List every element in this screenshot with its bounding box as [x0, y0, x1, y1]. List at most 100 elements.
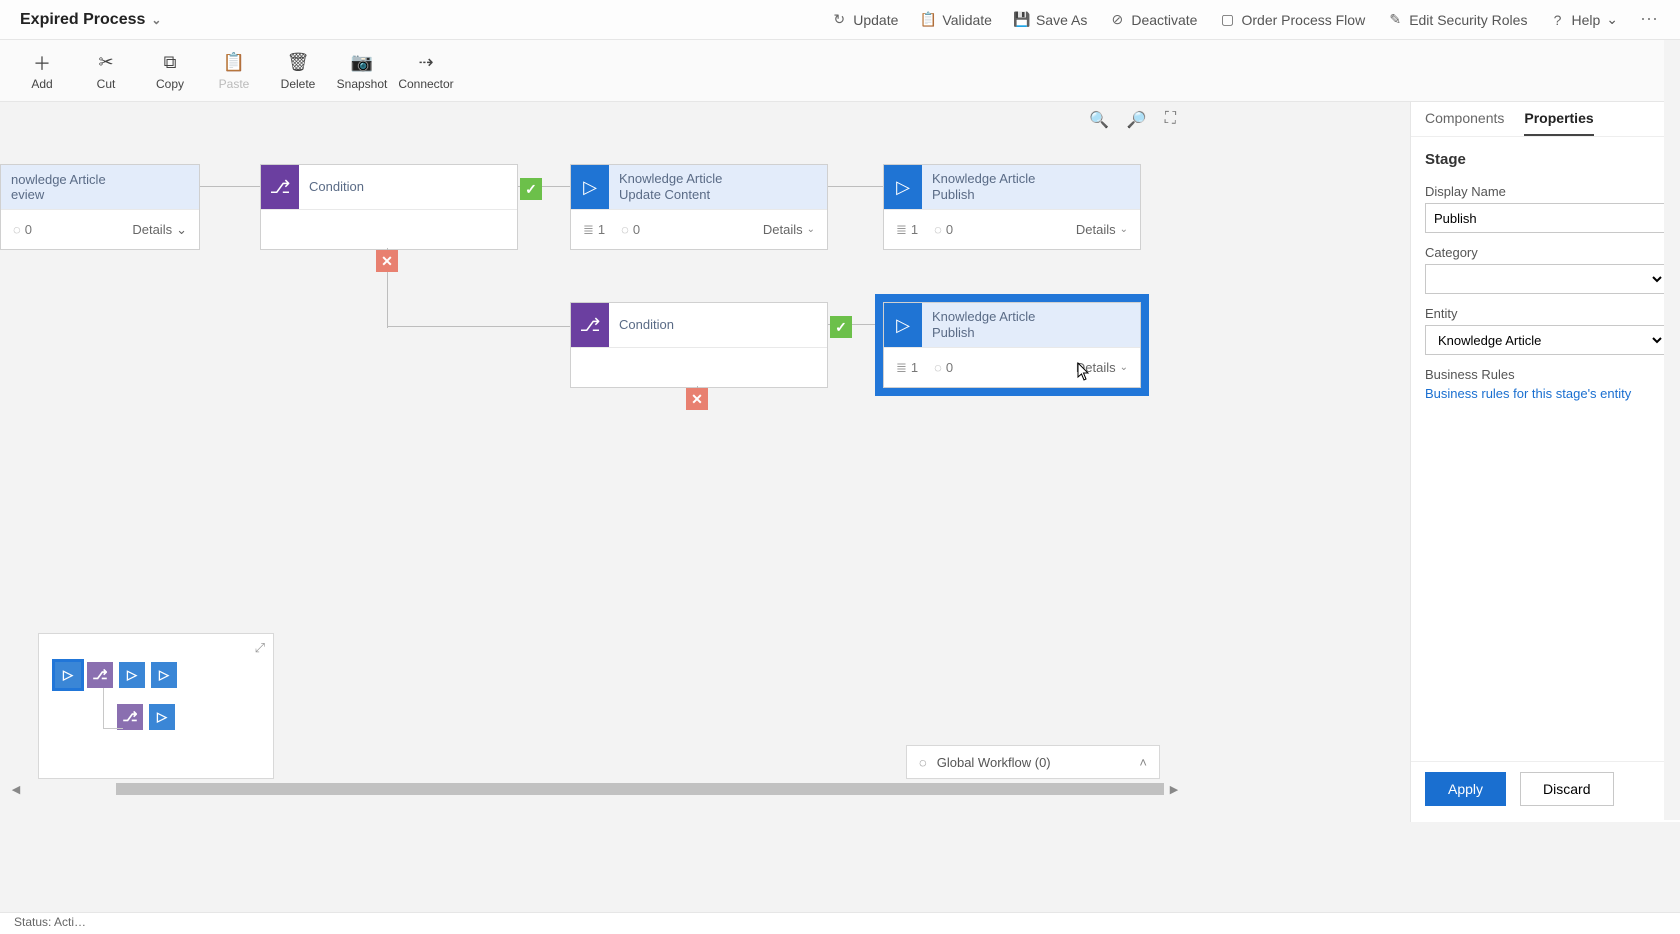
- stage-update-content[interactable]: ▷ Knowledge Article Update Content ≣1 ◌0…: [570, 164, 828, 250]
- connector-line: [828, 186, 883, 187]
- order-flow-label: Order Process Flow: [1241, 12, 1365, 28]
- panel-heading: Stage: [1425, 151, 1666, 168]
- minimap-stage-icon: ▷: [151, 662, 177, 688]
- business-rules-link[interactable]: Business rules for this stage's entity: [1425, 386, 1666, 401]
- cut-button[interactable]: ✂ Cut: [74, 51, 138, 91]
- save-icon: 💾: [1014, 12, 1030, 28]
- zoom-out-icon[interactable]: 🔎: [1127, 110, 1147, 130]
- entity-select[interactable]: Knowledge Article: [1425, 325, 1666, 355]
- help-icon: ?: [1549, 12, 1565, 28]
- canvas-zoom-tools: 🔍 🔎 ⛶: [1089, 110, 1176, 130]
- cut-label: Cut: [74, 77, 138, 91]
- fit-screen-icon[interactable]: ⛶: [1165, 110, 1176, 130]
- chevron-down-icon: ⌄: [1120, 362, 1128, 373]
- tab-properties[interactable]: Properties: [1524, 110, 1593, 136]
- minimap-stage-icon: ▷: [149, 704, 175, 730]
- canvas-horizontal-scrollbar[interactable]: ◀ ▶: [8, 781, 1182, 797]
- global-workflow-bar[interactable]: ◌ Global Workflow (0) ˄: [906, 745, 1160, 779]
- minimap-condition-icon: ⎇: [87, 662, 113, 688]
- connector-label: Connector: [394, 77, 458, 91]
- edit-security-label: Edit Security Roles: [1409, 12, 1527, 28]
- review-count: 0: [25, 222, 32, 237]
- minimap[interactable]: ⤢ ▷ ⎇ ▷ ▷ ⎇ ▷: [38, 633, 274, 779]
- paste-icon: 📋: [202, 51, 266, 75]
- stage-icon: ▷: [884, 165, 922, 209]
- more-commands[interactable]: ⋯: [1640, 9, 1660, 30]
- snapshot-button[interactable]: 📷 Snapshot: [330, 51, 394, 91]
- add-button[interactable]: ＋ Add: [10, 51, 74, 91]
- condition-1-title: Condition: [309, 179, 507, 195]
- help-command[interactable]: ? Help ⌄: [1549, 11, 1618, 28]
- tab-components[interactable]: Components: [1425, 110, 1504, 136]
- global-workflow-label: Global Workflow (0): [937, 755, 1051, 770]
- add-label: Add: [10, 77, 74, 91]
- branch-icon: ⎇: [571, 303, 609, 347]
- workflow-icon: ◌: [919, 755, 927, 770]
- stage-review[interactable]: nowledge Article eview ◌0 Details⌄: [0, 164, 200, 250]
- zoom-in-icon[interactable]: 🔍: [1089, 110, 1109, 130]
- chevron-up-icon[interactable]: ˄: [1139, 755, 1147, 770]
- process-canvas[interactable]: 🔍 🔎 ⛶ nowledge Article eview ◌0 Details⌄…: [0, 102, 1190, 797]
- condition-2[interactable]: ⎇ Condition: [570, 302, 828, 388]
- delete-button[interactable]: 🗑 Delete: [266, 51, 330, 91]
- update-command[interactable]: ↻ Update: [831, 12, 898, 28]
- publish1-line1: Knowledge Article: [932, 171, 1130, 187]
- snapshot-label: Snapshot: [330, 77, 394, 91]
- publish2-details-toggle[interactable]: Details⌄: [1076, 360, 1128, 375]
- condition-false-icon: ✕: [686, 388, 708, 410]
- stage-publish-1[interactable]: ▷ Knowledge Article Publish ≣1 ◌0 Detail…: [883, 164, 1141, 250]
- branch-icon: ⎇: [261, 165, 299, 209]
- update-label: Update: [853, 12, 898, 28]
- review-details-toggle[interactable]: Details⌄: [132, 222, 187, 238]
- minimap-stage-icon: ▷: [119, 662, 145, 688]
- paste-button: 📋 Paste: [202, 51, 266, 91]
- help-label: Help: [1571, 12, 1600, 28]
- order-flow-command[interactable]: ▢ Order Process Flow: [1219, 12, 1365, 28]
- deactivate-icon: ⊘: [1109, 12, 1125, 28]
- category-select[interactable]: [1425, 264, 1666, 294]
- chevron-down-icon: ⌄: [807, 224, 815, 235]
- update-details-toggle[interactable]: Details⌄: [763, 222, 815, 237]
- apply-button[interactable]: Apply: [1425, 772, 1506, 806]
- panel-tabs: Components Properties: [1411, 102, 1680, 137]
- connector-button[interactable]: ⇢ Connector: [394, 51, 458, 91]
- chevron-down-icon: ⌄: [176, 222, 187, 238]
- copy-button[interactable]: ⧉ Copy: [138, 51, 202, 91]
- chevron-down-icon: ⌄: [1606, 11, 1618, 28]
- scrollbar-thumb[interactable]: [116, 783, 1164, 795]
- validate-command[interactable]: 📋 Validate: [920, 12, 992, 28]
- stage-review-body: ◌0 Details⌄: [1, 209, 199, 249]
- stage-publish-2-selected[interactable]: ▷ Knowledge Article Publish ≣1 ◌0 Detail…: [883, 302, 1141, 388]
- process-title-text: Expired Process: [20, 11, 145, 29]
- discard-button[interactable]: Discard: [1520, 772, 1613, 806]
- refresh-icon: ↻: [831, 12, 847, 28]
- properties-panel: Components Properties Stage Display Name…: [1410, 102, 1680, 822]
- delete-label: Delete: [266, 77, 330, 91]
- process-title[interactable]: Expired Process ⌄: [20, 11, 161, 29]
- edit-icon: ✎: [1387, 12, 1403, 28]
- stage-icon: ▷: [571, 165, 609, 209]
- deactivate-label: Deactivate: [1131, 12, 1197, 28]
- publish1-details-toggle[interactable]: Details⌄: [1076, 222, 1128, 237]
- publish2-steps: 1: [911, 360, 918, 375]
- deactivate-command[interactable]: ⊘ Deactivate: [1109, 12, 1197, 28]
- publish1-steps: 1: [911, 222, 918, 237]
- minimap-stage-icon: ▷: [55, 662, 81, 688]
- steps-icon: ≣: [896, 222, 907, 238]
- display-name-input[interactable]: [1425, 203, 1666, 233]
- status-bar: Status: Acti…: [0, 912, 1680, 934]
- top-bar: Expired Process ⌄ ↻ Update 📋 Validate 💾 …: [0, 0, 1680, 40]
- condition-true-icon: ✓: [830, 316, 852, 338]
- scroll-right-icon[interactable]: ▶: [1166, 783, 1182, 796]
- copy-label: Copy: [138, 77, 202, 91]
- vertical-scrollbar-track[interactable]: [1664, 40, 1680, 820]
- edit-security-command[interactable]: ✎ Edit Security Roles: [1387, 12, 1527, 28]
- save-as-command[interactable]: 💾 Save As: [1014, 12, 1087, 28]
- minimap-expand-icon[interactable]: ⤢: [255, 640, 265, 656]
- condition-1[interactable]: ⎇ Condition: [260, 164, 518, 250]
- scissors-icon: ✂: [74, 51, 138, 75]
- scroll-left-icon[interactable]: ◀: [8, 783, 24, 796]
- stage-review-line1: nowledge Article: [11, 172, 189, 187]
- camera-icon: 📷: [330, 51, 394, 75]
- workflow-count-icon: ◌: [934, 360, 942, 375]
